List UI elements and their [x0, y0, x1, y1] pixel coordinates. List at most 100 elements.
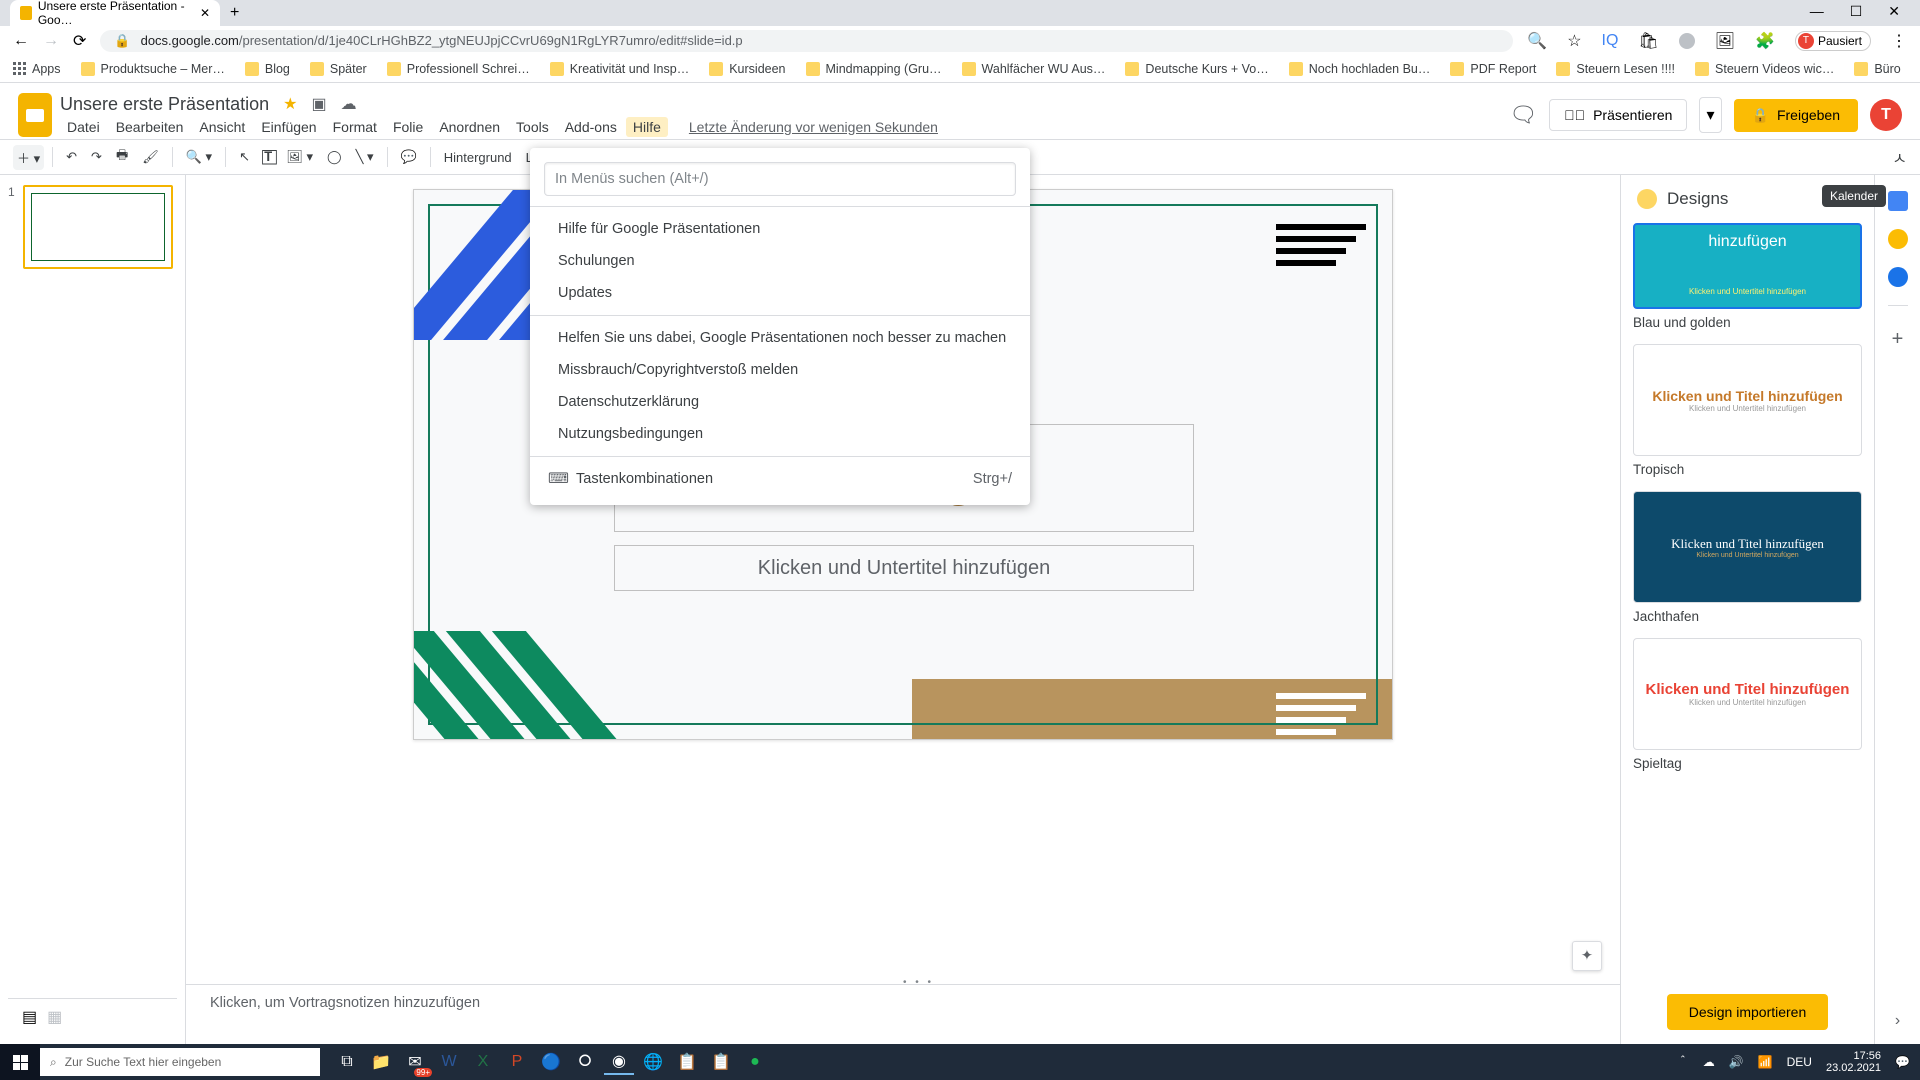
undo-button[interactable]: ↶ — [61, 145, 82, 169]
keep-icon[interactable] — [1888, 229, 1908, 249]
app-icon-3[interactable]: 📋 — [706, 1049, 736, 1075]
extensions-icon[interactable]: 🧩 — [1755, 31, 1775, 51]
subtitle-placeholder[interactable]: Klicken und Untertitel hinzufügen — [614, 545, 1194, 591]
minimize-button[interactable]: — — [1810, 3, 1824, 20]
back-button[interactable]: ← — [13, 32, 29, 50]
shape-tool[interactable]: ◯ — [322, 145, 347, 169]
zoom-button[interactable]: 🔍 ▾ — [181, 145, 217, 169]
menu-insert[interactable]: Einfügen — [254, 117, 323, 137]
help-updates-item[interactable]: Updates — [530, 277, 1030, 309]
close-icon[interactable]: ✕ — [200, 6, 210, 20]
menu-edit[interactable]: Bearbeiten — [109, 117, 191, 137]
extension-icon-2[interactable]: 🛍 — [1638, 31, 1658, 51]
bookmark-item[interactable]: Steuern Videos wic… — [1695, 62, 1834, 76]
textbox-tool[interactable]: 𝐓⃞ — [259, 145, 277, 169]
collapse-toolbar-icon[interactable]: ㅅ — [1892, 145, 1907, 169]
bookmark-item[interactable]: PDF Report — [1450, 62, 1536, 76]
excel-icon[interactable]: X — [468, 1049, 498, 1075]
bookmark-item[interactable]: Kursideen — [709, 62, 785, 76]
theme-tile-jachthafen[interactable]: Klicken und Titel hinzufügen Klicken und… — [1633, 491, 1862, 603]
move-icon[interactable]: ▣ — [311, 94, 326, 114]
bookmark-item[interactable]: Deutsche Kurs + Vo… — [1125, 62, 1268, 76]
word-icon[interactable]: W — [434, 1049, 464, 1075]
clock[interactable]: 17:56 23.02.2021 — [1826, 1050, 1881, 1074]
app-icon-2[interactable]: 📋 — [672, 1049, 702, 1075]
explore-button[interactable]: ✦ — [1572, 941, 1602, 971]
bookmark-item[interactable]: Wahlfächer WU Aus… — [962, 62, 1106, 76]
url-bar[interactable]: 🔒 docs.google.com/presentation/d/1je40CL… — [100, 30, 1513, 52]
background-button[interactable]: Hintergrund — [439, 146, 517, 169]
star-icon[interactable]: ★ — [283, 94, 297, 114]
new-slide-button[interactable]: ＋ ▾ — [13, 145, 44, 170]
help-shortcuts-item[interactable]: ⌨ Tastenkombinationen Strg+/ — [530, 463, 1030, 495]
comments-icon[interactable]: 🗨 — [1509, 102, 1537, 128]
profile-badge[interactable]: T Pausiert — [1795, 31, 1871, 51]
menu-tools[interactable]: Tools — [509, 117, 556, 137]
notifications-icon[interactable]: 💬 — [1895, 1055, 1910, 1069]
select-tool[interactable]: ↖ — [234, 145, 255, 169]
bookmark-item[interactable]: Später — [310, 62, 367, 76]
share-button[interactable]: 🔒 Freigeben — [1734, 99, 1858, 132]
calendar-icon[interactable] — [1888, 191, 1908, 211]
bookmark-item[interactable]: Professionell Schrei… — [387, 62, 530, 76]
maximize-button[interactable]: ☐ — [1850, 3, 1863, 20]
wifi-icon[interactable]: 📶 — [1758, 1055, 1773, 1069]
extension-icon-3[interactable] — [1679, 33, 1695, 49]
bookmark-item[interactable]: Mindmapping (Gru… — [806, 62, 942, 76]
obs-icon[interactable]: ⭘ — [570, 1049, 600, 1075]
theme-tile-blau-golden[interactable]: hinzufügen Klicken und Untertitel hinzuf… — [1633, 223, 1862, 309]
help-training-item[interactable]: Schulungen — [530, 245, 1030, 277]
menu-icon[interactable]: ⋮ — [1891, 31, 1907, 51]
menu-slide[interactable]: Folie — [386, 117, 430, 137]
help-report-item[interactable]: Missbrauch/Copyrightverstoß melden — [530, 354, 1030, 386]
themes-list[interactable]: hinzufügen Klicken und Untertitel hinzuf… — [1621, 223, 1874, 984]
bookmark-item[interactable]: Noch hochladen Bu… — [1289, 62, 1431, 76]
taskbar-search[interactable]: ⌕ Zur Suche Text hier eingeben — [40, 1048, 320, 1076]
help-improve-item[interactable]: Helfen Sie uns dabei, Google Präsentatio… — [530, 322, 1030, 354]
file-explorer-icon[interactable]: 📁 — [366, 1049, 396, 1075]
edge-icon[interactable]: 🌐 — [638, 1049, 668, 1075]
onedrive-icon[interactable]: ☁ — [1703, 1055, 1715, 1069]
present-button[interactable]: ▸⃞ Präsentieren — [1549, 99, 1687, 131]
bookmark-item[interactable]: Blog — [245, 62, 290, 76]
app-icon[interactable]: 🔵 — [536, 1049, 566, 1075]
print-button[interactable]: 🖶 — [111, 142, 133, 172]
tasks-icon[interactable] — [1888, 267, 1908, 287]
menu-search-input[interactable]: In Menüs suchen (Alt+/) — [544, 162, 1016, 196]
menu-arrange[interactable]: Anordnen — [432, 117, 507, 137]
present-dropdown[interactable]: ▾ — [1699, 97, 1721, 133]
import-design-button[interactable]: Design importieren — [1667, 994, 1829, 1030]
menu-format[interactable]: Format — [326, 117, 384, 137]
zoom-icon[interactable]: 🔍 — [1527, 31, 1547, 51]
bookmark-item[interactable]: Büro — [1854, 62, 1900, 76]
last-edit-link[interactable]: Letzte Änderung vor wenigen Sekunden — [682, 117, 945, 137]
spotify-icon[interactable]: ● — [740, 1049, 770, 1075]
filmstrip-view-icon[interactable]: ▤ — [22, 1007, 37, 1027]
menu-view[interactable]: Ansicht — [192, 117, 252, 137]
browser-tab[interactable]: Unsere erste Präsentation - Goo… ✕ — [10, 0, 220, 26]
bookmark-item[interactable]: Produktsuche – Mer… — [81, 62, 225, 76]
help-terms-item[interactable]: Nutzungsbedingungen — [530, 418, 1030, 450]
menu-help[interactable]: Hilfe — [626, 117, 668, 137]
task-view-icon[interactable]: ⧉ — [332, 1049, 362, 1075]
bookmark-item[interactable]: Steuern Lesen !!!! — [1556, 62, 1675, 76]
extension-icon-1[interactable]: IQ — [1602, 32, 1619, 50]
slides-logo[interactable] — [18, 93, 52, 137]
new-tab-button[interactable]: + — [230, 4, 239, 26]
apps-button[interactable]: Apps — [13, 62, 61, 76]
theme-tile-tropisch[interactable]: Klicken und Titel hinzufügen Klicken und… — [1633, 344, 1862, 456]
image-tool[interactable]: 🖼 ▾ — [281, 145, 318, 169]
start-button[interactable] — [0, 1044, 40, 1080]
line-tool[interactable]: ╲ ▾ — [351, 145, 379, 169]
cloud-icon[interactable]: ☁ — [341, 94, 357, 114]
theme-tile-spieltag[interactable]: Klicken und Titel hinzufügen Klicken und… — [1633, 638, 1862, 750]
add-addon-button[interactable]: + — [1892, 328, 1904, 351]
tray-expand-icon[interactable]: ＾ — [1677, 1054, 1689, 1071]
extension-icon-4[interactable]: 🖼 — [1715, 31, 1735, 51]
redo-button[interactable]: ↷ — [86, 145, 107, 169]
language-indicator[interactable]: DEU — [1787, 1055, 1812, 1069]
menu-addons[interactable]: Add-ons — [558, 117, 624, 137]
reload-button[interactable]: ⟳ — [73, 31, 86, 51]
slide-thumbnail-1[interactable] — [23, 185, 173, 269]
grid-view-icon[interactable]: ▦ — [47, 1007, 62, 1027]
